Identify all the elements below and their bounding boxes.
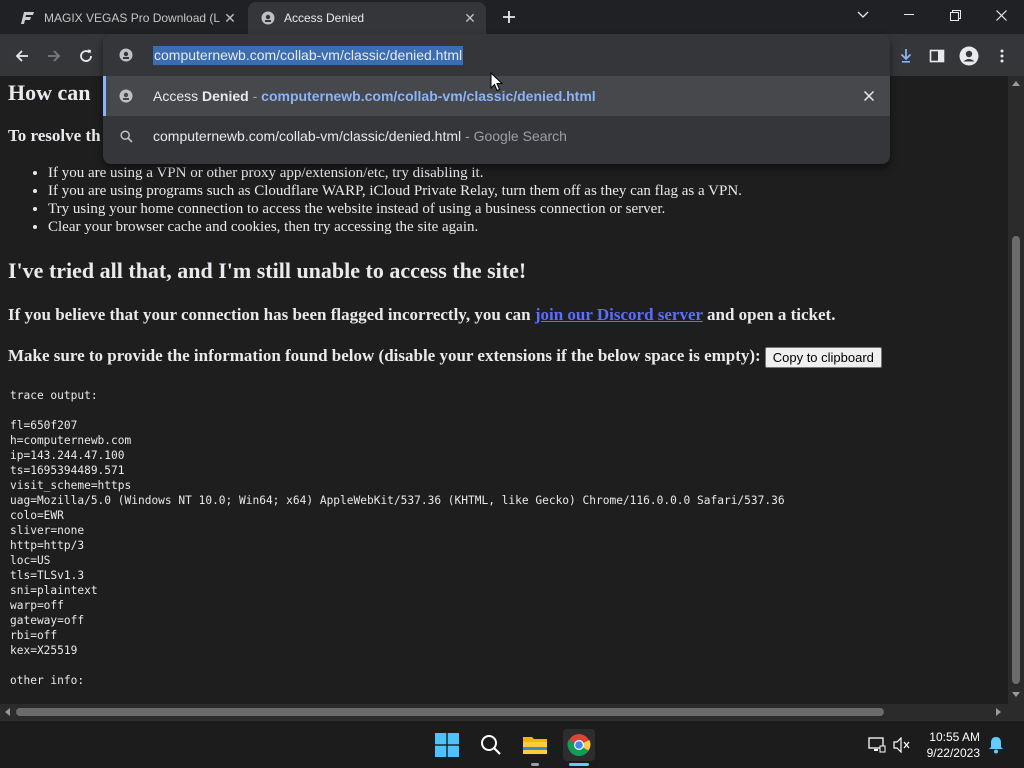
more-vertical-icon [1000, 49, 1004, 63]
suggestion-text: computernewb.com/collab-vm/classic/denie… [153, 128, 567, 144]
tab-access-denied[interactable]: Access Denied ✕ [248, 2, 486, 34]
restore-button[interactable] [932, 0, 978, 30]
list-item: Clear your browser cache and cookies, th… [48, 218, 742, 236]
site-info-icon[interactable] [118, 47, 134, 68]
running-indicator [531, 763, 539, 766]
forward-button[interactable] [40, 42, 68, 70]
flagged-suffix-text: and open a ticket. [702, 305, 836, 324]
trace-output: trace output: fl=650f207 h=computernewb.… [10, 389, 785, 687]
arrow-left-icon [15, 50, 28, 62]
resolve-heading-partial: To resolve th [8, 126, 101, 145]
scroll-right-icon [996, 708, 1001, 716]
suggestion-separator: - [461, 128, 474, 144]
flagged-text: If you believe that your connection has … [8, 305, 535, 324]
chrome-icon[interactable] [563, 729, 595, 761]
scroll-up-icon [1012, 81, 1020, 86]
taskbar: 10:55 AM 9/22/2023 [0, 720, 1024, 768]
discord-link[interactable]: join our Discord server [535, 305, 703, 324]
suggestion-title-bold: Denied [202, 88, 249, 104]
windows-start-icon[interactable] [431, 729, 463, 761]
address-bar[interactable]: computernewb.com/collab-vm/classic/denie… [103, 34, 890, 76]
reload-icon [80, 49, 92, 62]
tab-search-button[interactable] [840, 0, 886, 30]
horizontal-scrollbar[interactable] [0, 704, 1008, 720]
page-heading-partial: How can [8, 80, 91, 105]
address-input[interactable]: computernewb.com/collab-vm/classic/denie… [153, 46, 464, 65]
omnibox-suggestion-search[interactable]: computernewb.com/collab-vm/classic/denie… [103, 116, 890, 156]
system-clock[interactable]: 10:55 AM 9/22/2023 [927, 729, 980, 761]
tips-list: If you are using a VPN or other proxy ap… [8, 164, 742, 236]
list-item: If you are using programs such as Cloudf… [48, 182, 742, 200]
shield-favicon-icon [118, 88, 134, 104]
suggestion-engine: Google Search [473, 128, 567, 144]
info-paragraph: Make sure to provide the information fou… [8, 346, 882, 368]
minimize-button[interactable] [886, 0, 932, 30]
close-tab-icon[interactable]: ✕ [460, 8, 480, 28]
search-icon [118, 128, 134, 144]
list-item: Try using your home connection to access… [48, 200, 742, 218]
tab-magix-vegas[interactable]: MAGIX VEGAS Pro Download (La ✕ [8, 2, 246, 34]
suggestion-separator: - [248, 88, 262, 104]
suggestion-text: Access Denied - computernewb.com/collab-… [153, 88, 596, 104]
flagged-paragraph: If you believe that your connection has … [8, 305, 835, 325]
file-explorer-icon[interactable] [519, 729, 551, 761]
vegas-favicon-icon [20, 10, 36, 26]
download-icon [900, 49, 912, 63]
tab-title: Access Denied [284, 11, 365, 25]
active-indicator [569, 763, 589, 766]
profile-button[interactable] [955, 42, 983, 70]
list-item: If you are using a VPN or other proxy ap… [48, 164, 742, 182]
suggestion-title: Access [153, 88, 203, 104]
suggestion-query: computernewb.com/collab-vm/classic/denie… [153, 128, 462, 144]
tab-strip: MAGIX VEGAS Pro Download (La ✕ Access De… [0, 0, 1024, 34]
clock-time: 10:55 AM [929, 730, 980, 744]
vertical-scroll-thumb[interactable] [1012, 236, 1020, 684]
page-content: How can To resolve th If you are using a… [0, 76, 1008, 704]
scroll-left-icon [5, 708, 10, 716]
suggestion-url: computernewb.com/collab-vm/classic/denie… [261, 88, 596, 104]
back-button[interactable] [8, 42, 36, 70]
info-text: Make sure to provide the information fou… [8, 346, 761, 365]
menu-button[interactable] [988, 42, 1016, 70]
remove-suggestion-icon[interactable] [860, 87, 878, 105]
chevron-down-icon [857, 11, 869, 18]
new-tab-button[interactable] [496, 4, 522, 30]
close-tab-icon[interactable]: ✕ [220, 8, 240, 28]
mouse-cursor-icon [490, 71, 504, 97]
scrollbar-corner [1008, 704, 1024, 720]
close-window-button[interactable] [978, 0, 1024, 30]
shield-favicon-icon [260, 10, 276, 26]
scroll-down-icon [1012, 692, 1020, 697]
download-button[interactable] [892, 42, 920, 70]
clock-date: 9/22/2023 [926, 746, 980, 760]
profile-avatar-icon [959, 46, 979, 66]
vertical-scrollbar[interactable] [1008, 76, 1024, 704]
tab-title: MAGIX VEGAS Pro Download (La [44, 11, 220, 25]
section-heading: I've tried all that, and I'm still unabl… [8, 258, 527, 283]
copy-to-clipboard-button[interactable]: Copy to clipboard [764, 346, 882, 368]
search-icon[interactable] [475, 729, 507, 761]
omnibox-dropdown: computernewb.com/collab-vm/classic/denie… [103, 34, 890, 164]
horizontal-scroll-thumb[interactable] [16, 708, 884, 716]
notification-bell-icon[interactable] [980, 729, 1012, 761]
volume-muted-icon[interactable] [886, 729, 918, 761]
reload-button[interactable] [72, 42, 100, 70]
side-panel-button[interactable] [923, 42, 951, 70]
arrow-right-icon [48, 50, 61, 62]
side-panel-icon [929, 49, 945, 63]
